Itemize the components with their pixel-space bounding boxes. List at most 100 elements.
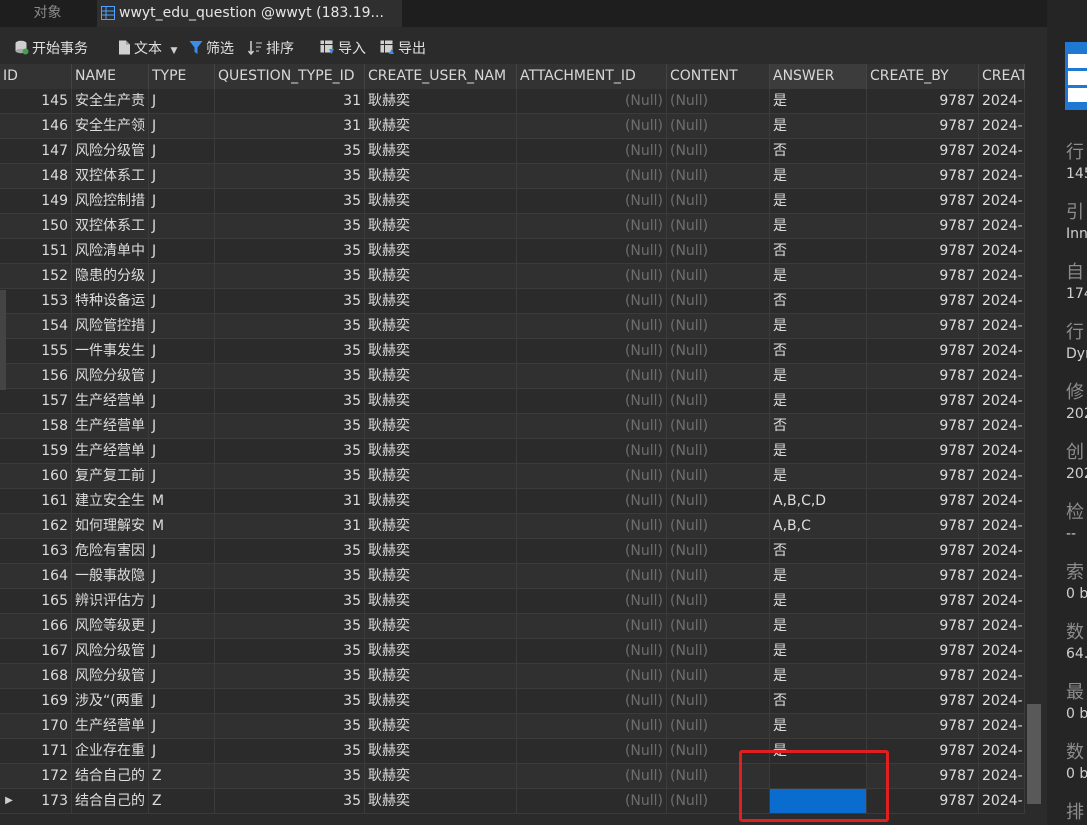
- cell-answer[interactable]: 否: [770, 339, 867, 363]
- cell-create-by[interactable]: 9787: [867, 489, 979, 513]
- cell-attachment[interactable]: (Null): [517, 314, 667, 338]
- cell-created[interactable]: 2024-: [979, 339, 1025, 363]
- cell-content[interactable]: (Null): [667, 739, 770, 763]
- begin-transaction-button[interactable]: 开始事务: [14, 39, 88, 59]
- cell-name[interactable]: 风险管控措: [72, 314, 149, 338]
- cell-content[interactable]: (Null): [667, 89, 770, 113]
- cell-created[interactable]: 2024-: [979, 689, 1025, 713]
- cell-qtid[interactable]: 35: [215, 314, 365, 338]
- cell-attachment[interactable]: (Null): [517, 339, 667, 363]
- table-row[interactable]: 169 涉及“(两重 J 35 耿赫奕 (Null) (Null) 否 9787 2024-: [0, 689, 1025, 714]
- table-row[interactable]: 154 风险管控措 J 35 耿赫奕 (Null) (Null) 是 9787 2024-: [0, 314, 1025, 339]
- cell-create-by[interactable]: 9787: [867, 664, 979, 688]
- cell-type[interactable]: J: [149, 389, 215, 413]
- cell-attachment[interactable]: (Null): [517, 414, 667, 438]
- cell-created[interactable]: 2024-: [979, 439, 1025, 463]
- cell-content[interactable]: (Null): [667, 289, 770, 313]
- cell-qtid[interactable]: 35: [215, 389, 365, 413]
- cell-create-by[interactable]: 9787: [867, 689, 979, 713]
- cell-id[interactable]: 155: [0, 339, 72, 363]
- cell-type[interactable]: J: [149, 689, 215, 713]
- cell-qtid[interactable]: 35: [215, 264, 365, 288]
- cell-attachment[interactable]: (Null): [517, 289, 667, 313]
- cell-attachment[interactable]: (Null): [517, 389, 667, 413]
- cell-qtid[interactable]: 31: [215, 114, 365, 138]
- cell-user[interactable]: 耿赫奕: [365, 164, 517, 188]
- cell-name[interactable]: 生产经营单: [72, 414, 149, 438]
- cell-name[interactable]: 生产经营单: [72, 389, 149, 413]
- cell-created[interactable]: 2024-: [979, 414, 1025, 438]
- cell-name[interactable]: 生产经营单: [72, 439, 149, 463]
- cell-name[interactable]: 双控体系工: [72, 214, 149, 238]
- cell-created[interactable]: 2024-: [979, 789, 1025, 813]
- cell-create-by[interactable]: 9787: [867, 289, 979, 313]
- cell-create-by[interactable]: 9787: [867, 264, 979, 288]
- cell-content[interactable]: (Null): [667, 639, 770, 663]
- cell-answer[interactable]: 否: [770, 289, 867, 313]
- cell-created[interactable]: 2024-: [979, 314, 1025, 338]
- cell-create-by[interactable]: 9787: [867, 789, 979, 813]
- cell-qtid[interactable]: 31: [215, 514, 365, 538]
- cell-answer[interactable]: 是: [770, 589, 867, 613]
- cell-answer[interactable]: 是: [770, 639, 867, 663]
- cell-content[interactable]: (Null): [667, 464, 770, 488]
- cell-type[interactable]: J: [149, 739, 215, 763]
- table-row[interactable]: 162 如何理解安 M 31 耿赫奕 (Null) (Null) A,B,C 9787 2024-: [0, 514, 1025, 539]
- cell-name[interactable]: 一般事故隐: [72, 564, 149, 588]
- cell-user[interactable]: 耿赫奕: [365, 214, 517, 238]
- cell-user[interactable]: 耿赫奕: [365, 389, 517, 413]
- data-grid[interactable]: ID NAME TYPE QUESTION_TYPE_ID CREATE_USER_NA…: [0, 64, 1025, 815]
- cell-user[interactable]: 耿赫奕: [365, 689, 517, 713]
- cell-qtid[interactable]: 35: [215, 789, 365, 813]
- cell-user[interactable]: 耿赫奕: [365, 614, 517, 638]
- column-header-create-user-nam[interactable]: CREATE_USER_NAM: [365, 64, 517, 89]
- cell-created[interactable]: 2024-: [979, 739, 1025, 763]
- cell-user[interactable]: 耿赫奕: [365, 564, 517, 588]
- cell-attachment[interactable]: (Null): [517, 689, 667, 713]
- cell-user[interactable]: 耿赫奕: [365, 739, 517, 763]
- cell-attachment[interactable]: (Null): [517, 539, 667, 563]
- cell-attachment[interactable]: (Null): [517, 514, 667, 538]
- cell-answer[interactable]: A,B,C: [770, 514, 867, 538]
- cell-attachment[interactable]: (Null): [517, 89, 667, 113]
- cell-qtid[interactable]: 35: [215, 639, 365, 663]
- cell-qtid[interactable]: 35: [215, 364, 365, 388]
- cell-create-by[interactable]: 9787: [867, 539, 979, 563]
- cell-content[interactable]: (Null): [667, 539, 770, 563]
- cell-type[interactable]: J: [149, 339, 215, 363]
- cell-answer[interactable]: 是: [770, 564, 867, 588]
- cell-name[interactable]: 如何理解安: [72, 514, 149, 538]
- cell-name[interactable]: 结合自己的: [72, 789, 149, 813]
- import-button[interactable]: 导入: [320, 39, 366, 59]
- cell-qtid[interactable]: 35: [215, 764, 365, 788]
- cell-created[interactable]: 2024-: [979, 239, 1025, 263]
- cell-type[interactable]: J: [149, 539, 215, 563]
- cell-attachment[interactable]: (Null): [517, 139, 667, 163]
- filter-button[interactable]: 筛选: [189, 39, 234, 59]
- cell-attachment[interactable]: (Null): [517, 239, 667, 263]
- cell-created[interactable]: 2024-: [979, 114, 1025, 138]
- cell-qtid[interactable]: 35: [215, 614, 365, 638]
- column-header-content[interactable]: CONTENT: [667, 64, 770, 89]
- cell-type[interactable]: J: [149, 664, 215, 688]
- cell-qtid[interactable]: 35: [215, 539, 365, 563]
- cell-created[interactable]: 2024-: [979, 639, 1025, 663]
- cell-name[interactable]: 风险分级管: [72, 639, 149, 663]
- cell-type[interactable]: J: [149, 289, 215, 313]
- cell-create-by[interactable]: 9787: [867, 589, 979, 613]
- cell-type[interactable]: J: [149, 139, 215, 163]
- cell-attachment[interactable]: (Null): [517, 189, 667, 213]
- cell-qtid[interactable]: 35: [215, 214, 365, 238]
- cell-create-by[interactable]: 9787: [867, 164, 979, 188]
- cell-type[interactable]: J: [149, 414, 215, 438]
- cell-attachment[interactable]: (Null): [517, 439, 667, 463]
- cell-user[interactable]: 耿赫奕: [365, 289, 517, 313]
- cell-create-by[interactable]: 9787: [867, 114, 979, 138]
- cell-qtid[interactable]: 35: [215, 689, 365, 713]
- cell-qtid[interactable]: 35: [215, 239, 365, 263]
- cell-id[interactable]: 147: [0, 139, 72, 163]
- cell-answer[interactable]: 是: [770, 664, 867, 688]
- cell-answer[interactable]: 否: [770, 139, 867, 163]
- cell-type[interactable]: J: [149, 264, 215, 288]
- cell-content[interactable]: (Null): [667, 764, 770, 788]
